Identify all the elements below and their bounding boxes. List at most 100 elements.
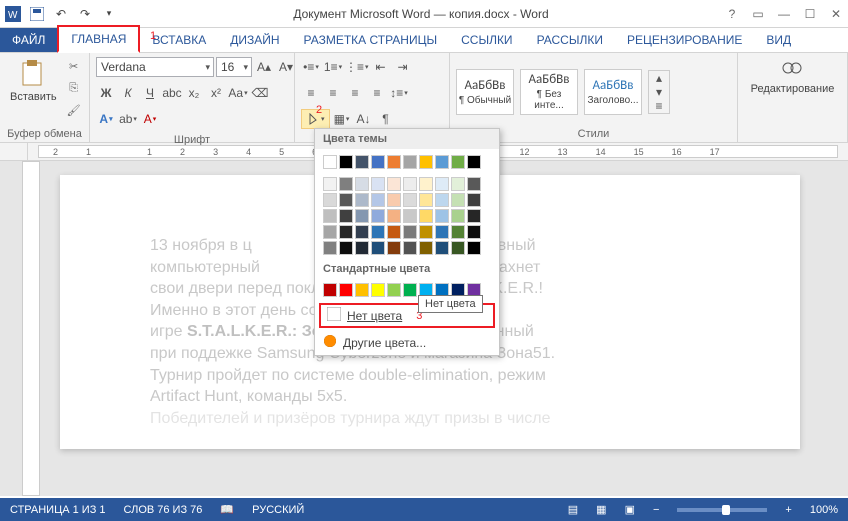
styles-expand[interactable]: ≡ xyxy=(649,99,669,113)
tab-view[interactable]: ВИД xyxy=(754,28,803,52)
text-effects-button[interactable]: A xyxy=(96,109,116,129)
color-swatch[interactable] xyxy=(451,155,465,169)
help-icon[interactable]: ? xyxy=(724,6,740,22)
justify-button[interactable]: ≡ xyxy=(367,83,387,103)
tab-home[interactable]: ГЛАВНАЯ xyxy=(57,25,140,53)
tab-design[interactable]: ДИЗАЙН xyxy=(218,28,291,52)
color-swatch[interactable] xyxy=(323,209,337,223)
font-name-combo[interactable]: Verdana xyxy=(96,57,214,77)
style-heading1[interactable]: АаБбВвЗаголово... xyxy=(584,69,642,115)
color-swatch[interactable] xyxy=(387,193,401,207)
color-swatch[interactable] xyxy=(339,177,353,191)
zoom-in-button[interactable]: + xyxy=(785,504,791,516)
minimize-icon[interactable]: — xyxy=(776,6,792,22)
color-swatch[interactable] xyxy=(435,209,449,223)
color-swatch[interactable] xyxy=(387,155,401,169)
color-swatch[interactable] xyxy=(355,241,369,255)
ribbon-options-icon[interactable]: ▭ xyxy=(750,6,766,22)
tab-layout[interactable]: РАЗМЕТКА СТРАНИЦЫ xyxy=(292,28,450,52)
color-swatch[interactable] xyxy=(419,193,433,207)
numbering-button[interactable]: 1≡ xyxy=(323,57,343,77)
grow-font-icon[interactable]: A▴ xyxy=(254,57,274,77)
subscript-button[interactable]: x₂ xyxy=(184,83,204,103)
bold-button[interactable]: Ж xyxy=(96,83,116,103)
status-proof-icon[interactable]: 📖 xyxy=(220,503,234,516)
align-left-button[interactable]: ≡ xyxy=(301,83,321,103)
increase-indent-button[interactable]: ⇥ xyxy=(393,57,413,77)
color-swatch[interactable] xyxy=(403,177,417,191)
strike-button[interactable]: abc xyxy=(162,83,182,103)
style-normal[interactable]: АаБбВв¶ Обычный xyxy=(456,69,514,115)
qat-menu-icon[interactable]: ▾ xyxy=(100,5,118,23)
color-swatch[interactable] xyxy=(451,209,465,223)
paste-button[interactable]: Вставить xyxy=(6,57,61,105)
zoom-slider[interactable] xyxy=(677,508,767,512)
close-icon[interactable]: ✕ xyxy=(828,6,844,22)
color-swatch[interactable] xyxy=(323,225,337,239)
color-swatch[interactable] xyxy=(419,225,433,239)
color-swatch[interactable] xyxy=(323,193,337,207)
tab-review[interactable]: РЕЦЕНЗИРОВАНИЕ xyxy=(615,28,754,52)
color-swatch[interactable] xyxy=(403,225,417,239)
color-swatch[interactable] xyxy=(419,155,433,169)
color-swatch[interactable] xyxy=(355,283,369,297)
color-swatch[interactable] xyxy=(451,241,465,255)
color-swatch[interactable] xyxy=(371,225,385,239)
color-swatch[interactable] xyxy=(403,155,417,169)
copy-icon[interactable]: ⎘ xyxy=(65,79,83,97)
format-painter-icon[interactable]: 🖌 xyxy=(65,101,83,119)
color-swatch[interactable] xyxy=(371,193,385,207)
color-swatch[interactable] xyxy=(419,241,433,255)
status-language[interactable]: РУССКИЙ xyxy=(252,504,304,516)
zoom-level[interactable]: 100% xyxy=(810,504,838,516)
color-swatch[interactable] xyxy=(323,241,337,255)
vertical-ruler[interactable] xyxy=(22,161,40,496)
color-swatch[interactable] xyxy=(435,241,449,255)
more-colors-item[interactable]: Другие цвета... xyxy=(315,330,499,355)
line-spacing-button[interactable]: ↕≡ xyxy=(389,83,409,103)
color-swatch[interactable] xyxy=(355,209,369,223)
color-swatch[interactable] xyxy=(467,241,481,255)
color-swatch[interactable] xyxy=(339,209,353,223)
color-swatch[interactable] xyxy=(339,225,353,239)
multilevel-button[interactable]: ⋮≡ xyxy=(345,57,369,77)
view-read-icon[interactable]: ▦ xyxy=(596,503,606,516)
color-swatch[interactable] xyxy=(451,177,465,191)
color-swatch[interactable] xyxy=(467,225,481,239)
color-swatch[interactable] xyxy=(387,225,401,239)
color-swatch[interactable] xyxy=(451,225,465,239)
superscript-button[interactable]: x² xyxy=(206,83,226,103)
save-icon[interactable] xyxy=(28,5,46,23)
view-print-icon[interactable]: ▤ xyxy=(568,503,578,516)
font-size-combo[interactable]: 16 xyxy=(216,57,252,77)
tab-mailings[interactable]: РАССЫЛКИ xyxy=(525,28,615,52)
color-swatch[interactable] xyxy=(467,209,481,223)
maximize-icon[interactable]: ☐ xyxy=(802,6,818,22)
color-swatch[interactable] xyxy=(435,225,449,239)
color-swatch[interactable] xyxy=(355,225,369,239)
redo-icon[interactable]: ↷ xyxy=(76,5,94,23)
tab-file[interactable]: ФАЙЛ xyxy=(0,28,57,52)
color-swatch[interactable] xyxy=(419,209,433,223)
color-swatch[interactable] xyxy=(371,283,385,297)
view-web-icon[interactable]: ▣ xyxy=(625,503,635,516)
styles-scroll-down[interactable]: ▾ xyxy=(649,85,669,99)
color-swatch[interactable] xyxy=(435,177,449,191)
color-swatch[interactable] xyxy=(387,209,401,223)
color-swatch[interactable] xyxy=(403,209,417,223)
sort-button[interactable]: A↓ xyxy=(354,109,374,129)
align-right-button[interactable]: ≡ xyxy=(345,83,365,103)
underline-button[interactable]: Ч xyxy=(140,83,160,103)
cut-icon[interactable]: ✂ xyxy=(65,57,83,75)
color-swatch[interactable] xyxy=(419,177,433,191)
color-swatch[interactable] xyxy=(371,209,385,223)
styles-scroll-up[interactable]: ▴ xyxy=(649,71,669,85)
color-swatch[interactable] xyxy=(339,155,353,169)
color-swatch[interactable] xyxy=(435,155,449,169)
tab-references[interactable]: ССЫЛКИ xyxy=(449,28,524,52)
zoom-out-button[interactable]: − xyxy=(653,504,659,516)
color-swatch[interactable] xyxy=(339,193,353,207)
font-color-button[interactable]: A xyxy=(140,109,160,129)
color-swatch[interactable] xyxy=(339,283,353,297)
color-swatch[interactable] xyxy=(435,193,449,207)
